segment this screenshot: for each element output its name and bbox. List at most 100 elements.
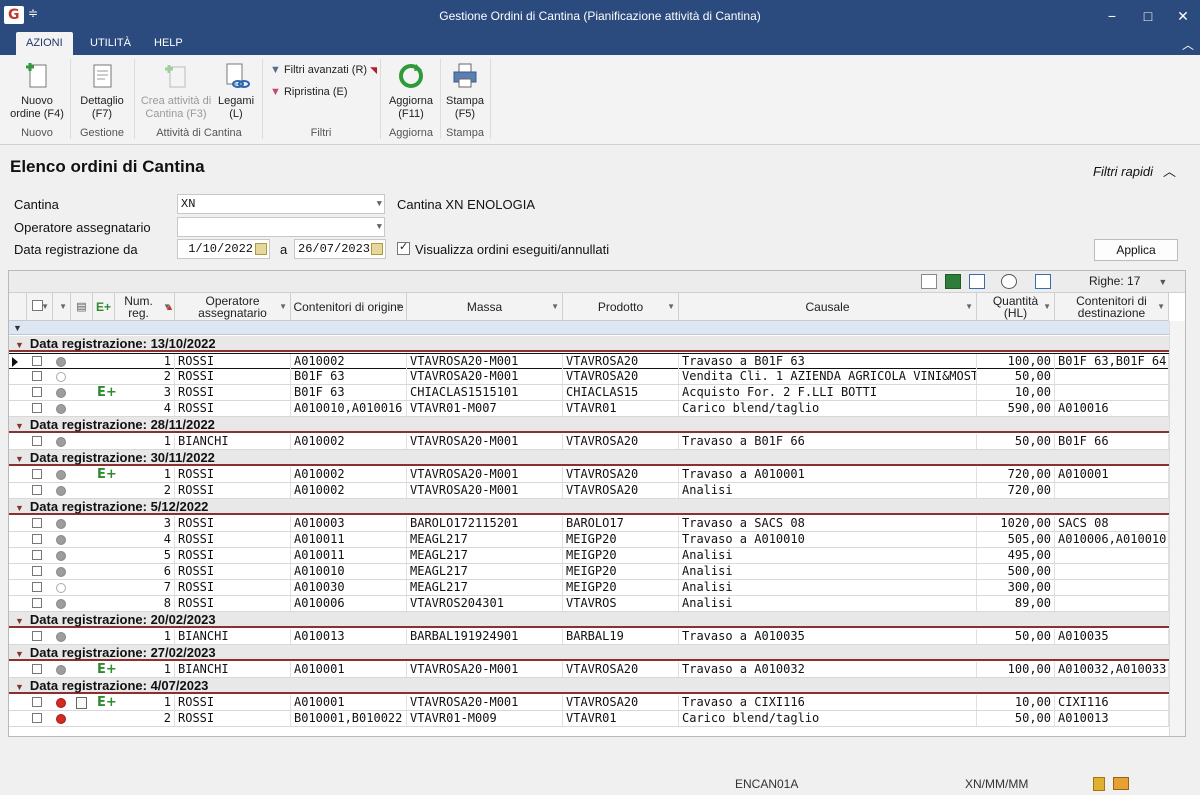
minimize-button[interactable]: − xyxy=(1097,5,1127,27)
group-header[interactable]: ▼ Data registrazione: 13/10/2022 xyxy=(9,336,1169,352)
reset-filters-button[interactable]: ▼ Ripristina (E) xyxy=(270,86,348,98)
row-checkbox[interactable] xyxy=(32,469,42,479)
new-order-button[interactable]: Nuovo ordine (F4) xyxy=(8,61,66,121)
calendar-icon[interactable] xyxy=(371,243,383,255)
notes-icon[interactable] xyxy=(76,697,87,709)
row-checkbox[interactable] xyxy=(32,356,42,366)
tab-help[interactable]: HELP xyxy=(144,32,193,55)
row-checkbox[interactable] xyxy=(32,371,42,381)
date-from-field[interactable]: 1/10/2022 xyxy=(177,239,270,259)
row-checkbox[interactable] xyxy=(32,403,42,413)
collapse-group-icon[interactable]: ▼ xyxy=(15,647,24,662)
show-executed-checkbox[interactable] xyxy=(397,240,410,255)
table-row[interactable]: 2 ROSSI B01F 63 VTAVROSA20-M001 VTAVROSA20 Ve… xyxy=(9,369,1169,385)
activity-created-icon[interactable]: E+ xyxy=(97,696,117,710)
row-checkbox[interactable] xyxy=(32,550,42,560)
excel-icon[interactable] xyxy=(945,274,961,289)
header-origine[interactable]: Contenitori di origine ▼ xyxy=(291,293,407,321)
tab-azioni[interactable]: AZIONI xyxy=(16,32,73,55)
group-header[interactable]: ▼ Data registrazione: 4/07/2023 xyxy=(9,678,1169,694)
header-notes[interactable]: ▤ xyxy=(71,293,93,321)
activity-created-icon[interactable]: E+ xyxy=(97,468,117,482)
header-massa[interactable]: Massa ▼ xyxy=(407,293,563,321)
tab-utilita[interactable]: UTILITÀ xyxy=(80,32,141,55)
table-row[interactable]: E+ 3 ROSSI B01F 63 CHIACLAS1515101 CHIACLAS15… xyxy=(9,385,1169,401)
quick-filters-toggle[interactable]: Filtri rapidi ︿ xyxy=(1093,161,1176,180)
status-monitor-icon[interactable] xyxy=(1113,777,1129,790)
calendar-icon[interactable] xyxy=(255,243,267,255)
table-row[interactable]: 2 ROSSI A010002 VTAVROSA20-M001 VTAVROSA20 An… xyxy=(9,483,1169,499)
maximize-button[interactable]: □ xyxy=(1133,5,1163,27)
collapse-group-icon[interactable]: ▼ xyxy=(15,501,24,516)
table-row[interactable]: 4 ROSSI A010011 MEAGL217 MEIGP20 Travaso a A0… xyxy=(9,532,1169,548)
detail-button[interactable]: Dettaglio (F7) xyxy=(74,61,130,121)
header-causale[interactable]: Causale ▼ xyxy=(679,293,977,321)
table-row[interactable]: 3 ROSSI A010003 BAROLO172115201 BAROLO17 Trav… xyxy=(9,516,1169,532)
row-checkbox[interactable] xyxy=(32,631,42,641)
row-checkbox[interactable] xyxy=(32,582,42,592)
links-button[interactable]: Legami (L) xyxy=(216,61,256,121)
table-row[interactable]: 8 ROSSI A010006 VTAVROS204301 VTAVROS Analisi… xyxy=(9,596,1169,612)
row-checkbox[interactable] xyxy=(32,534,42,544)
advanced-filters-button[interactable]: ▼ Filtri avanzati (R) ◥ xyxy=(270,64,377,76)
close-button[interactable]: ✕ xyxy=(1168,5,1198,27)
zoom-icon[interactable] xyxy=(1001,274,1017,289)
grid-filter-row[interactable]: ▼ xyxy=(9,321,1169,335)
export-icon[interactable] xyxy=(921,274,937,289)
row-checkbox[interactable] xyxy=(32,436,42,446)
header-activity[interactable]: E+ xyxy=(93,293,115,321)
cell-num-reg: 2 xyxy=(115,483,175,498)
collapse-group-icon[interactable]: ▼ xyxy=(15,338,24,353)
row-checkbox[interactable] xyxy=(32,664,42,674)
collapse-group-icon[interactable]: ▼ xyxy=(15,452,24,467)
table-row[interactable]: E+ 1 ROSSI A010002 VTAVROSA20-M001 VTAVROSA20… xyxy=(9,467,1169,483)
header-prodotto[interactable]: Prodotto ▼ xyxy=(563,293,679,321)
header-operatore[interactable]: Operatore assegnatario ▼ xyxy=(175,293,291,321)
table-row[interactable]: 4 ROSSI A010010,A010016 VTAVR01-M007 VTAVR01… xyxy=(9,401,1169,417)
group-header[interactable]: ▼ Data registrazione: 27/02/2023 xyxy=(9,645,1169,661)
date-to-field[interactable]: 26/07/2023 xyxy=(294,239,386,259)
layout-icon[interactable] xyxy=(969,274,985,289)
collapse-group-icon[interactable]: ▼ xyxy=(15,614,24,629)
header-destinazione[interactable]: Contenitori di destinazione ▼ xyxy=(1055,293,1169,321)
header-quantita[interactable]: Quantità (HL) ▼ xyxy=(977,293,1055,321)
activity-created-icon[interactable]: E+ xyxy=(97,386,117,400)
row-checkbox[interactable] xyxy=(32,598,42,608)
operatore-select[interactable]: ▼ xyxy=(177,217,385,237)
collapse-group-icon[interactable]: ▼ xyxy=(15,680,24,695)
table-row[interactable]: 1 BIANCHI A010002 VTAVROSA20-M001 VTAVROSA20… xyxy=(9,434,1169,450)
row-checkbox[interactable] xyxy=(32,697,42,707)
table-row[interactable]: E+ 1 BIANCHI A010001 VTAVROSA20-M001 VTAVROSA… xyxy=(9,662,1169,678)
row-checkbox[interactable] xyxy=(32,387,42,397)
header-select-all[interactable]: ▼ xyxy=(27,293,53,321)
row-checkbox[interactable] xyxy=(32,566,42,576)
row-checkbox[interactable] xyxy=(32,485,42,495)
columns-filter-icon[interactable] xyxy=(1035,274,1051,289)
table-row[interactable]: E+ 1 ROSSI A010001 VTAVROSA20-M001 VTAVROSA20… xyxy=(9,695,1169,711)
row-checkbox[interactable] xyxy=(32,713,42,723)
group-header[interactable]: ▼ Data registrazione: 20/02/2023 xyxy=(9,612,1169,628)
cell-quantita: 100,00 xyxy=(977,662,1055,677)
group-header[interactable]: ▼ Data registrazione: 5/12/2022 xyxy=(9,499,1169,515)
group-header[interactable]: ▼ Data registrazione: 30/11/2022 xyxy=(9,450,1169,466)
table-row[interactable]: 1 BIANCHI A010013 BARBAL191924901 BARBAL19 Tr… xyxy=(9,629,1169,645)
refresh-button[interactable]: Aggiorna (F11) xyxy=(384,61,438,121)
group-header[interactable]: ▼ Data registrazione: 28/11/2022 xyxy=(9,417,1169,433)
header-num-reg[interactable]: Num. reg. ▲ ▼ xyxy=(115,293,175,321)
activity-created-icon[interactable]: E+ xyxy=(97,663,117,677)
apply-button[interactable]: Applica xyxy=(1094,239,1178,261)
header-status[interactable]: ▼ xyxy=(53,293,71,321)
table-row[interactable]: 5 ROSSI A010011 MEAGL217 MEIGP20 Analisi 495,0… xyxy=(9,548,1169,564)
cantina-select[interactable]: XN ▼ xyxy=(177,194,385,214)
row-checkbox[interactable] xyxy=(32,518,42,528)
create-activity-button[interactable]: Crea attività di Cantina (F3) xyxy=(138,61,214,121)
table-row[interactable]: 6 ROSSI A010010 MEAGL217 MEIGP20 Analisi 500,0… xyxy=(9,564,1169,580)
table-row[interactable]: 2 ROSSI B010001,B010022 VTAVR01-M009 VTAVR01… xyxy=(9,711,1169,727)
table-row[interactable]: 7 ROSSI A010030 MEAGL217 MEIGP20 Analisi 300,0… xyxy=(9,580,1169,596)
ribbon-collapse-icon[interactable]: ︿ xyxy=(1182,36,1194,53)
table-row[interactable]: 1 ROSSI A010002 VTAVROSA20-M001 VTAVROSA20 Tr… xyxy=(9,353,1169,369)
rows-count[interactable]: Righe: 17 ▼ xyxy=(1089,274,1167,288)
vertical-scrollbar[interactable] xyxy=(1169,321,1185,736)
collapse-group-icon[interactable]: ▼ xyxy=(15,419,24,434)
print-button[interactable]: Stampa (F5) xyxy=(442,61,488,121)
